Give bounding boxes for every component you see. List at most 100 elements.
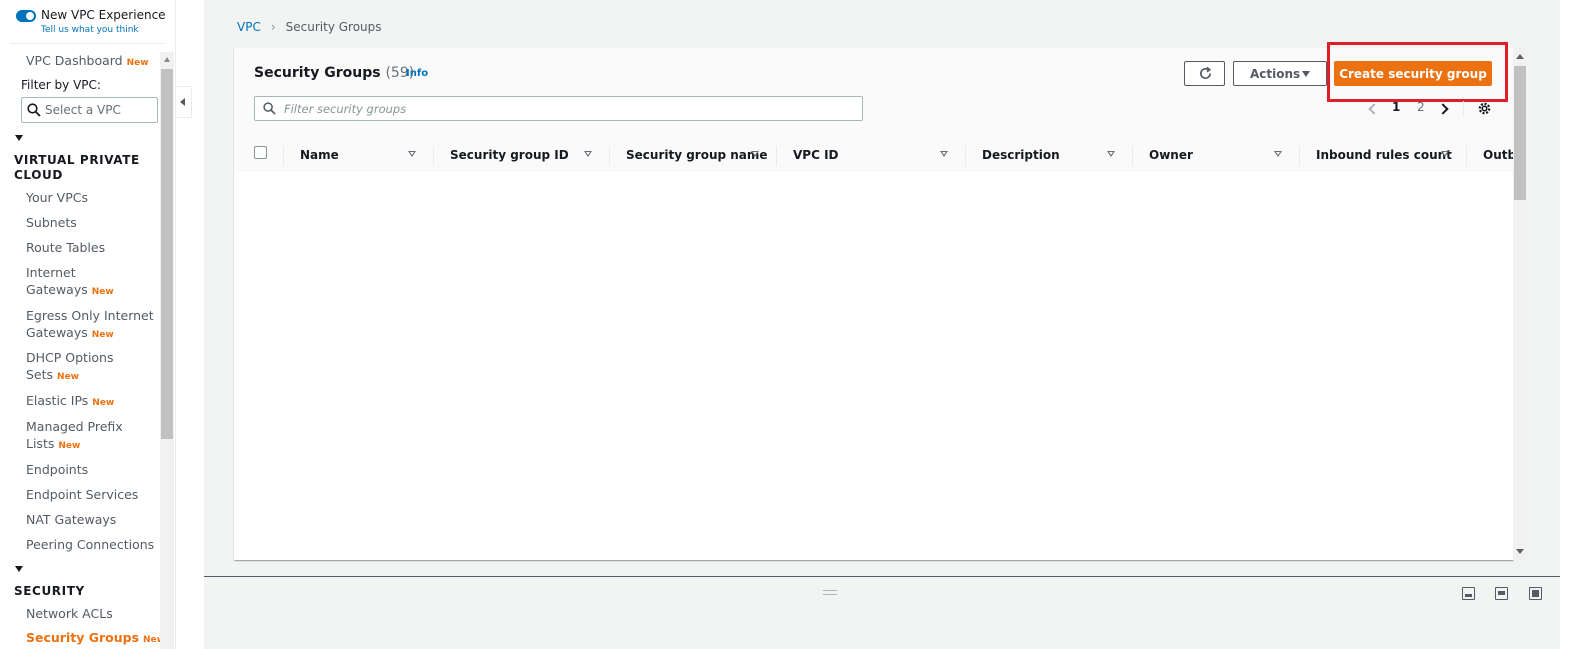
panel-bottom-icon[interactable] (1462, 587, 1475, 600)
filter-placeholder: Filter security groups (284, 102, 407, 116)
sort-icon[interactable] (751, 151, 759, 157)
column-header-owner[interactable]: Owner (1149, 148, 1193, 162)
page-2[interactable]: 2 (1417, 100, 1425, 114)
sidebar-item-label: Egress Only Internet (26, 308, 154, 323)
sidebar-item-elastic-ips[interactable]: Elastic IPs New (26, 392, 114, 412)
sidebar-item-nat-gateways[interactable]: NAT Gateways (26, 511, 116, 528)
panel-full-icon[interactable] (1529, 587, 1542, 600)
sidebar: New VPC Experience Tell us what you thin… (0, 0, 176, 649)
scroll-up-icon[interactable] (164, 57, 170, 62)
sidebar-item-label: Security Groups (26, 630, 140, 645)
column-divider (1466, 146, 1467, 166)
filter-by-vpc-label: Filter by VPC: (21, 78, 101, 92)
sort-icon[interactable] (1441, 151, 1449, 157)
sort-icon[interactable] (940, 151, 948, 157)
highlight-box (1327, 42, 1508, 102)
actions-label: Actions (1250, 67, 1301, 81)
sidebar-item-security-groups[interactable]: Security Groups New (26, 629, 165, 649)
sidebar-divider (10, 43, 164, 44)
scroll-down-icon[interactable] (1516, 549, 1524, 554)
refresh-button[interactable] (1184, 61, 1225, 86)
sidebar-item-endpoint-services[interactable]: Endpoint Services (26, 486, 138, 503)
scroll-up-icon[interactable] (1516, 54, 1524, 59)
sidebar-item-egress-only-gateways[interactable]: Egress Only Internet Gateways New (26, 307, 154, 344)
breadcrumb-vpc-link[interactable]: VPC (237, 20, 261, 34)
new-badge: New (91, 287, 114, 297)
main-content: VPC › Security Groups Security Groups (59)… (204, 0, 1560, 649)
new-experience-toggle[interactable] (16, 10, 36, 22)
sort-icon[interactable] (1274, 151, 1282, 157)
breadcrumb-current: Security Groups (285, 20, 382, 34)
search-icon (27, 103, 41, 117)
column-divider (609, 146, 610, 166)
table-header: Name Security group ID Security group na… (234, 138, 1513, 172)
select-all-checkbox[interactable] (254, 146, 267, 159)
column-header-security-group-name[interactable]: Security group name (626, 148, 768, 162)
column-divider (776, 146, 777, 166)
filter-security-groups-input[interactable]: Filter security groups (254, 96, 863, 121)
previous-page-icon[interactable] (1368, 103, 1380, 115)
column-header-name[interactable]: Name (300, 148, 339, 162)
split-panel (204, 577, 1560, 649)
actions-dropdown[interactable]: Actions (1233, 61, 1327, 86)
sidebar-item-label: Gateways (26, 325, 88, 340)
column-header-security-group-id[interactable]: Security group ID (450, 148, 569, 162)
sidebar-item-managed-prefix-lists[interactable]: Managed Prefix Lists New (26, 418, 123, 455)
column-divider (1299, 146, 1300, 166)
new-badge: New (57, 372, 79, 382)
column-divider (965, 146, 966, 166)
sidebar-item-label: Sets (26, 367, 54, 382)
gear-icon[interactable] (1477, 101, 1492, 116)
column-divider (283, 146, 284, 166)
security-groups-panel: Security Groups (59) Info Actions Create… (234, 42, 1513, 560)
sidebar-item-label: Elastic IPs (26, 393, 89, 408)
new-badge: New (58, 441, 81, 451)
pager-divider (1463, 101, 1464, 117)
sidebar-item-subnets[interactable]: Subnets (26, 214, 77, 231)
sidebar-item-endpoints[interactable]: Endpoints (26, 461, 88, 478)
new-badge: New (126, 58, 149, 68)
drag-handle-icon[interactable] (823, 590, 837, 595)
column-header-outbound-truncated[interactable]: Outb (1483, 148, 1513, 162)
panel-title-text: Security Groups (254, 65, 381, 81)
vpc-select[interactable]: Select a VPC (21, 97, 158, 123)
sidebar-item-vpc-dashboard[interactable]: VPC Dashboard New (26, 52, 149, 72)
sidebar-item-route-tables[interactable]: Route Tables (26, 239, 105, 256)
table-body (234, 172, 1513, 560)
sidebar-item-dhcp-options-sets[interactable]: DHCP Options Sets New (26, 349, 114, 386)
sidebar-item-your-vpcs[interactable]: Your VPCs (26, 189, 88, 206)
chevron-right-icon: › (270, 20, 276, 34)
collapse-sidebar-button[interactable] (176, 86, 192, 118)
panel-scroll-thumb[interactable] (1514, 66, 1526, 200)
caret-down-icon (1302, 71, 1310, 77)
column-header-vpc-id[interactable]: VPC ID (793, 148, 839, 162)
feedback-link[interactable]: Tell us what you think (41, 25, 139, 35)
sidebar-item-label: Lists (26, 436, 55, 451)
next-page-icon[interactable] (1437, 103, 1449, 115)
sort-icon[interactable] (1107, 151, 1115, 157)
sidebar-item-label: Managed Prefix (26, 419, 123, 434)
page-1[interactable]: 1 (1392, 100, 1400, 114)
sidebar-scroll-thumb[interactable] (161, 69, 173, 439)
info-link[interactable]: Info (406, 68, 428, 79)
new-experience-label: New VPC Experience (41, 8, 166, 22)
caret-down-icon[interactable] (15, 566, 23, 572)
sidebar-item-internet-gateways[interactable]: Internet Gateways New (26, 264, 114, 301)
sidebar-item-label: VPC Dashboard (26, 53, 123, 68)
sidebar-scrollbar[interactable] (160, 52, 174, 649)
column-divider (1132, 146, 1133, 166)
refresh-icon (1199, 66, 1212, 80)
new-badge: New (92, 398, 115, 408)
sidebar-item-network-acls[interactable]: Network ACLs (26, 605, 113, 622)
sort-icon[interactable] (408, 151, 416, 157)
column-header-inbound-rules-count[interactable]: Inbound rules count (1316, 148, 1452, 162)
new-badge: New (91, 330, 114, 340)
panel-middle-icon[interactable] (1495, 587, 1508, 600)
vpc-select-placeholder: Select a VPC (45, 103, 121, 117)
column-header-description[interactable]: Description (982, 148, 1060, 162)
page-title: Security Groups (59) (254, 65, 414, 81)
caret-down-icon[interactable] (15, 135, 23, 141)
panel-scrollbar[interactable] (1513, 48, 1527, 560)
sort-icon[interactable] (584, 151, 592, 157)
sidebar-item-peering-connections[interactable]: Peering Connections (26, 536, 154, 553)
